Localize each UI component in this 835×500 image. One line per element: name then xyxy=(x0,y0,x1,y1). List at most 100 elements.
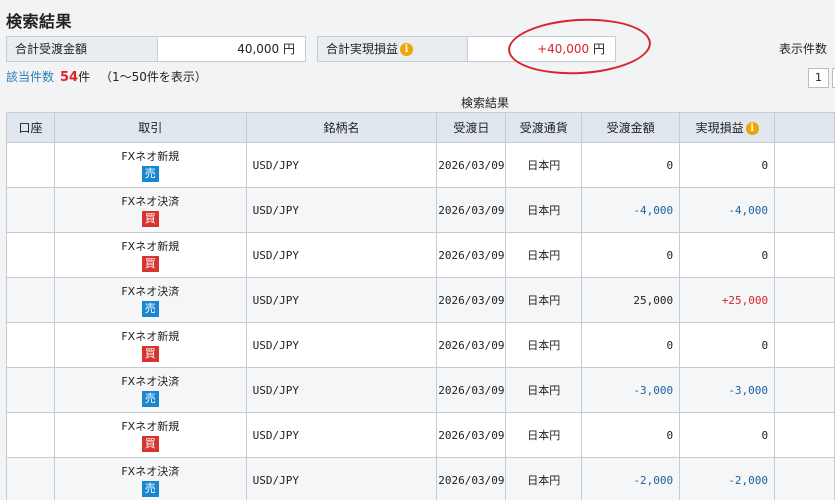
cell-trade: FXネオ決済売 xyxy=(53,277,247,323)
side-badge: 買 xyxy=(141,346,159,362)
total-receipt-label: 合計受渡金額 xyxy=(6,36,158,62)
cell-amount: 25,000 xyxy=(581,277,681,323)
cell-amount: -3,000 xyxy=(581,367,681,413)
page-button-1[interactable]: 1 xyxy=(808,68,829,88)
cell-extra xyxy=(774,412,835,458)
cell-account xyxy=(6,142,55,188)
cell-account xyxy=(6,232,55,278)
cell-date: 2026/03/09 xyxy=(436,187,507,233)
col-header-account[interactable]: 口座 xyxy=(6,112,55,143)
cell-pl: -3,000 xyxy=(679,367,776,413)
trade-type: FXネオ決済 xyxy=(121,465,180,478)
cell-date: 2026/03/09 xyxy=(436,322,507,368)
total-pl-unit: 円 xyxy=(592,42,605,56)
cell-extra xyxy=(774,322,835,368)
cell-currency: 日本円 xyxy=(505,277,583,323)
total-receipt-value: 40,000 円 xyxy=(157,36,306,62)
cell-pl: -2,000 xyxy=(679,457,776,500)
side-badge: 売 xyxy=(141,391,159,407)
cell-trade: FXネオ新規買 xyxy=(53,322,247,368)
trade-type: FXネオ決済 xyxy=(121,375,180,388)
cell-extra xyxy=(774,187,835,233)
col-header-amount[interactable]: 受渡金額 xyxy=(581,112,681,143)
cell-symbol: USD/JPY xyxy=(245,277,438,323)
cell-symbol: USD/JPY xyxy=(245,232,438,278)
cell-trade: FXネオ新規買 xyxy=(53,232,247,278)
table-row: FXネオ決済売 USD/JPY 2026/03/09 日本円 -2,000 -2,000 xyxy=(6,457,835,500)
cell-currency: 日本円 xyxy=(505,367,583,413)
cell-pl: 0 xyxy=(679,142,776,188)
cell-pl: -4,000 xyxy=(679,187,776,233)
cell-trade: FXネオ新規買 xyxy=(53,412,247,458)
trade-type: FXネオ新規 xyxy=(121,330,180,343)
side-badge: 買 xyxy=(141,436,159,452)
col-header-extra xyxy=(774,112,835,143)
cell-symbol: USD/JPY xyxy=(245,187,438,233)
cell-date: 2026/03/09 xyxy=(436,277,507,323)
side-badge: 売 xyxy=(141,166,159,182)
info-icon[interactable]: i xyxy=(400,43,414,56)
table-row: FXネオ決済売 USD/JPY 2026/03/09 日本円 25,000 +25,000 xyxy=(6,277,835,323)
table-row: FXネオ新規買 USD/JPY 2026/03/09 日本円 0 0 xyxy=(6,322,835,368)
side-badge: 買 xyxy=(141,256,159,272)
col-header-pl[interactable]: 実現損益 i xyxy=(679,112,776,143)
cell-account xyxy=(6,412,55,458)
info-icon[interactable]: i xyxy=(745,122,759,135)
cell-extra xyxy=(774,457,835,500)
cell-account xyxy=(6,457,55,500)
cell-date: 2026/03/09 xyxy=(436,457,507,500)
cell-extra xyxy=(774,142,835,188)
cell-trade: FXネオ決済売 xyxy=(53,367,247,413)
cell-account xyxy=(6,322,55,368)
cell-trade: FXネオ新規売 xyxy=(53,142,247,188)
result-range: （1〜50件を表示） xyxy=(99,70,207,84)
col-header-symbol[interactable]: 銘柄名 xyxy=(245,112,438,143)
cell-symbol: USD/JPY xyxy=(245,142,438,188)
side-badge: 買 xyxy=(141,211,159,227)
side-badge: 売 xyxy=(141,301,159,317)
display-count-label: 表示件数 xyxy=(779,42,828,56)
trade-type: FXネオ新規 xyxy=(121,420,180,433)
cell-account xyxy=(6,367,55,413)
cell-pl: 0 xyxy=(679,232,776,278)
cell-amount: 0 xyxy=(581,142,681,188)
results-table: 口座 取引 銘柄名 受渡日 受渡通貨 受渡金額 実現損益 i FXネオ新規売 USD… xyxy=(6,112,835,500)
cell-currency: 日本円 xyxy=(505,187,583,233)
cell-symbol: USD/JPY xyxy=(245,367,438,413)
table-row: FXネオ決済買 USD/JPY 2026/03/09 日本円 -4,000 -4,000 xyxy=(6,187,835,233)
trade-type: FXネオ決済 xyxy=(121,195,180,208)
cell-amount: 0 xyxy=(581,232,681,278)
result-count: 該当件数 54件 （1〜50件を表示） xyxy=(6,68,207,85)
cell-symbol: USD/JPY xyxy=(245,412,438,458)
cell-amount: 0 xyxy=(581,322,681,368)
cell-currency: 日本円 xyxy=(505,232,583,278)
table-row: FXネオ新規売 USD/JPY 2026/03/09 日本円 0 0 xyxy=(6,142,835,188)
total-pl-label: 合計実現損益 i xyxy=(317,36,468,62)
result-count-unit: 件 xyxy=(78,70,91,84)
cell-account xyxy=(6,277,55,323)
col-header-currency[interactable]: 受渡通貨 xyxy=(505,112,583,143)
col-header-date[interactable]: 受渡日 xyxy=(436,112,507,143)
total-pl-number: +40,000 xyxy=(537,42,590,56)
total-pl-value: +40,000 円 xyxy=(467,36,616,62)
cell-pl: 0 xyxy=(679,322,776,368)
trade-type: FXネオ新規 xyxy=(121,240,180,253)
cell-pl: +25,000 xyxy=(679,277,776,323)
trade-type: FXネオ新規 xyxy=(121,150,180,163)
result-count-label: 該当件数 xyxy=(6,70,55,84)
col-header-trade[interactable]: 取引 xyxy=(53,112,247,143)
cell-symbol: USD/JPY xyxy=(245,457,438,500)
cell-date: 2026/03/09 xyxy=(436,232,507,278)
cell-date: 2026/03/09 xyxy=(436,412,507,458)
cell-extra xyxy=(774,367,835,413)
side-badge: 売 xyxy=(141,481,159,497)
cell-extra xyxy=(774,232,835,278)
result-count-value: 54 xyxy=(60,70,79,85)
page-title: 検索結果 xyxy=(6,12,73,31)
cell-date: 2026/03/09 xyxy=(436,142,507,188)
cell-trade: FXネオ決済買 xyxy=(53,187,247,233)
table-row: FXネオ新規買 USD/JPY 2026/03/09 日本円 0 0 xyxy=(6,232,835,278)
cell-amount: -4,000 xyxy=(581,187,681,233)
col-header-pl-text: 実現損益 xyxy=(695,121,744,135)
table-header-row: 口座 取引 銘柄名 受渡日 受渡通貨 受渡金額 実現損益 i xyxy=(6,112,835,143)
